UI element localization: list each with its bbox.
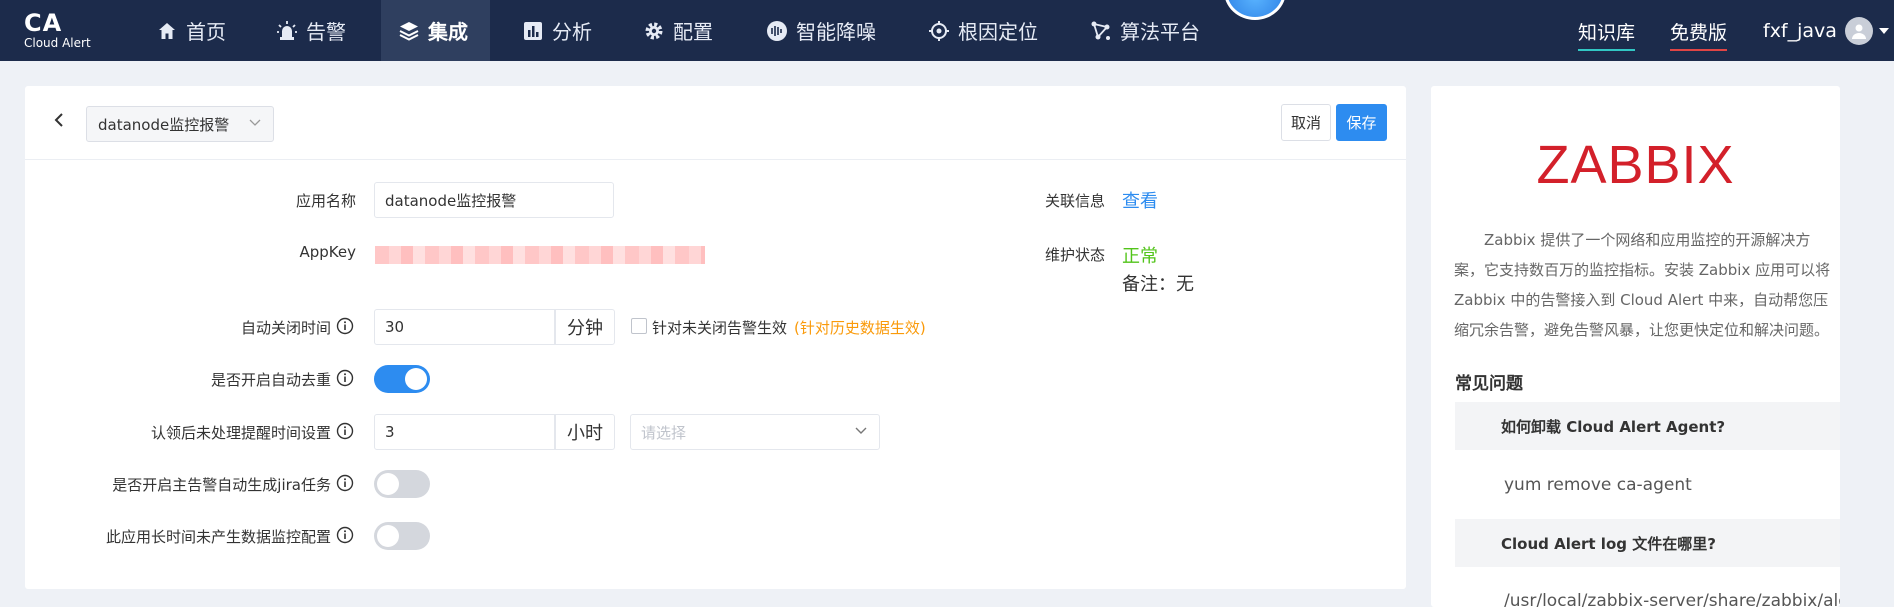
auto-close-value: 30: [385, 318, 405, 336]
nav-label: 算法平台: [1120, 20, 1200, 44]
zabbix-logo: ZABBIX: [1536, 135, 1735, 195]
app-name-input[interactable]: datanode监控报警: [374, 182, 614, 218]
free-edition-link[interactable]: 免费版: [1670, 18, 1728, 51]
logo-text: CA: [24, 9, 63, 37]
unclosed-alerts-checkbox[interactable]: [631, 318, 647, 334]
nav-item-noise-reduction[interactable]: 智能降噪: [756, 0, 906, 61]
faq-question[interactable]: 如何卸载 Cloud Alert Agent?: [1455, 402, 1840, 450]
chevron-left-icon: [54, 113, 63, 127]
info-icon[interactable]: [336, 526, 354, 544]
auto-close-input[interactable]: 30: [374, 309, 555, 345]
no-data-monitor-toggle[interactable]: [374, 522, 430, 550]
auto-dedup-toggle[interactable]: [374, 365, 430, 393]
nav-label: 分析: [552, 20, 592, 44]
app-name-label: 应用名称: [295, 192, 356, 210]
auto-close-label: 自动关闭时间: [240, 319, 331, 337]
faq-answer: yum remove ca-agent: [1504, 475, 1692, 495]
chevron-down-icon: [855, 427, 867, 434]
toggle-knob: [377, 473, 399, 495]
info-icon[interactable]: [336, 474, 354, 492]
info-icon[interactable]: [336, 317, 354, 335]
history-data-note: (针对历史数据生效): [794, 319, 926, 337]
app-name-value: datanode监控报警: [385, 191, 517, 210]
avatar: [1844, 17, 1873, 45]
faq-answer: /usr/local/zabbix-server/share/zabbix/al…: [1504, 591, 1840, 607]
maintenance-status-label: 维护状态: [1044, 246, 1105, 264]
user-menu[interactable]: fxf_java: [1763, 16, 1889, 46]
toggle-knob: [405, 368, 427, 390]
nav-item-analysis[interactable]: 分析: [512, 0, 612, 61]
algorithm-icon: [1090, 20, 1112, 42]
cancel-button[interactable]: 取消: [1281, 104, 1331, 141]
info-icon[interactable]: [336, 422, 354, 440]
back-button[interactable]: [47, 108, 71, 132]
auto-close-unit: 分钟: [555, 309, 615, 345]
chart-icon: [522, 20, 544, 42]
ack-reminder-select-placeholder: 请选择: [641, 423, 687, 442]
jira-task-label: 是否开启主告警自动生成jira任务: [112, 476, 331, 494]
appkey-label: AppKey: [299, 243, 357, 261]
logo-subtitle: Cloud Alert: [24, 36, 91, 50]
knowledge-base-link[interactable]: 知识库: [1578, 18, 1636, 51]
ack-reminder-value: 3: [385, 423, 395, 441]
maintenance-status-value: 正常: [1122, 246, 1158, 267]
card-header: datanode监控报警 取消 保存: [25, 86, 1406, 160]
chevron-down-icon: [1878, 28, 1889, 34]
ack-reminder-select[interactable]: 请选择: [630, 414, 880, 450]
ack-reminder-unit: 小时: [555, 414, 615, 450]
nav-item-alerts[interactable]: 告警: [266, 0, 366, 61]
target-icon: [928, 20, 950, 42]
integration-config-card: datanode监控报警 取消 保存 应用名称 datanode监控报警 关联信…: [25, 86, 1406, 589]
save-button[interactable]: 保存: [1336, 104, 1387, 141]
app-select[interactable]: datanode监控报警: [86, 106, 274, 142]
chevron-down-icon: [249, 119, 261, 126]
app-select-value: datanode监控报警: [98, 115, 230, 134]
nav-label: 告警: [306, 20, 346, 44]
nav-label: 根因定位: [958, 20, 1038, 44]
maintenance-note: 备注：无: [1122, 274, 1194, 295]
gear-icon: [643, 20, 665, 42]
nav-label: 配置: [673, 20, 713, 44]
faq-question[interactable]: Cloud Alert log 文件在哪里?: [1455, 519, 1840, 567]
no-data-monitor-label: 此应用长时间未产生数据监控配置: [105, 528, 331, 546]
noise-icon: [766, 20, 788, 42]
floating-assistant-bubble[interactable]: [1224, 0, 1286, 20]
auto-dedup-label: 是否开启自动去重: [210, 371, 331, 389]
related-info-view-link[interactable]: 查看: [1122, 187, 1158, 213]
appkey-value-redacted: [375, 246, 705, 264]
ack-reminder-label: 认领后未处理提醒时间设置: [150, 424, 331, 442]
nav-label: 首页: [186, 20, 226, 44]
home-icon: [156, 20, 178, 42]
logo[interactable]: CA Cloud Alert: [24, 10, 114, 50]
nav-label: 集成: [428, 20, 468, 44]
info-icon[interactable]: [336, 369, 354, 387]
nav-item-root-cause[interactable]: 根因定位: [918, 0, 1068, 61]
related-info-label: 关联信息: [1044, 192, 1105, 210]
ack-reminder-input[interactable]: 3: [374, 414, 555, 450]
nav-item-config[interactable]: 配置: [633, 0, 733, 61]
faq-title: 常见问题: [1455, 374, 1523, 394]
layers-icon: [398, 20, 420, 42]
alarm-icon: [276, 20, 298, 42]
jira-task-toggle[interactable]: [374, 470, 430, 498]
nav-item-algorithm-platform[interactable]: 算法平台: [1080, 0, 1230, 61]
nav-label: 智能降噪: [796, 20, 876, 44]
toggle-knob: [377, 525, 399, 547]
top-navbar: CA Cloud Alert 首页 告警 集成 分析 配置 智能降噪 根因定位 …: [0, 0, 1894, 61]
nav-item-home[interactable]: 首页: [146, 0, 246, 61]
zabbix-info-panel: ZABBIX Zabbix 提供了一个网络和应用监控的开源解决方案，它支持数百万…: [1431, 86, 1840, 607]
unclosed-alerts-checkbox-label[interactable]: 针对未关闭告警生效: [652, 317, 787, 338]
username: fxf_java: [1763, 20, 1837, 42]
nav-item-integration[interactable]: 集成: [381, 0, 490, 61]
zabbix-description: Zabbix 提供了一个网络和应用监控的开源解决方案，它支持数百万的监控指标。安…: [1454, 231, 1831, 339]
